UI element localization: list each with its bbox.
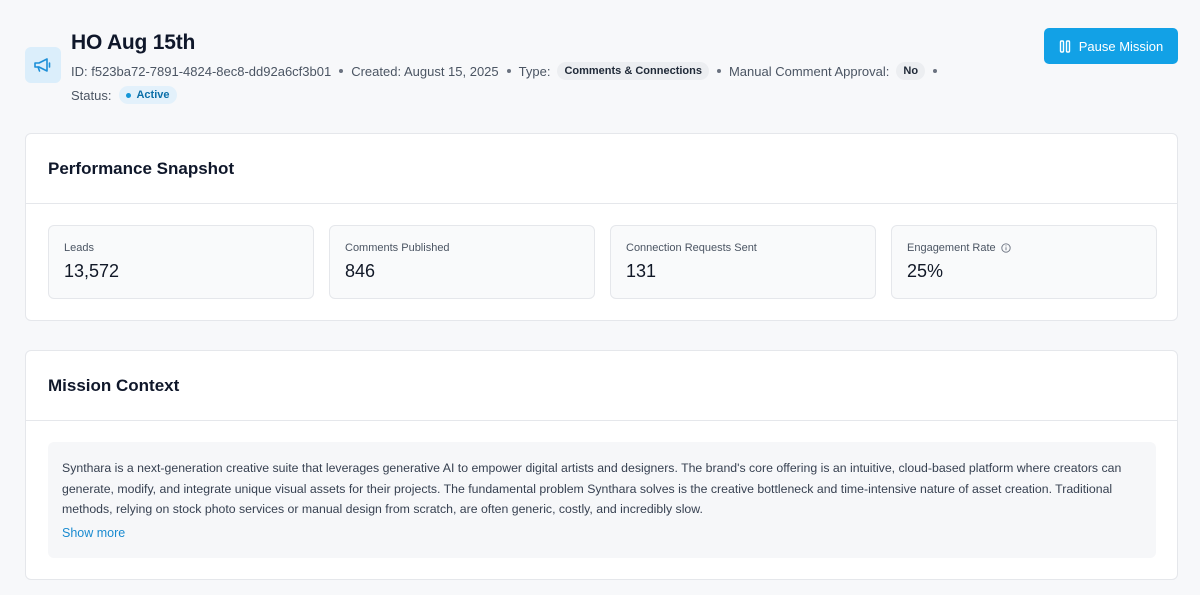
stat-label: Engagement Rate (907, 242, 996, 254)
stat-leads: Leads 13,572 (48, 225, 314, 299)
performance-card-header: Performance Snapshot (26, 134, 1177, 204)
stat-comments-published: Comments Published 846 (329, 225, 595, 299)
show-more-link[interactable]: Show more (62, 526, 125, 540)
context-body: Synthara is a next-generation creative s… (48, 442, 1156, 558)
stat-label: Connection Requests Sent (626, 242, 757, 254)
stat-value: 131 (626, 261, 657, 281)
stat-label: Leads (64, 242, 94, 254)
pause-mission-label: Pause Mission (1078, 38, 1164, 54)
megaphone-icon (25, 47, 61, 83)
created-date: Created: August 15, 2025 (351, 63, 499, 79)
status-row: Status: Active (71, 86, 177, 104)
separator-dot (339, 69, 344, 73)
page-title: HO Aug 15th (71, 31, 196, 54)
context-description: Synthara is a next-generation creative s… (62, 461, 1122, 516)
pause-mission-button[interactable]: Pause Mission (1044, 28, 1178, 64)
stats-row: Leads 13,572 Comments Published 846 Conn… (48, 225, 1157, 299)
pause-icon (1059, 39, 1070, 53)
type-badge: Comments & Connections (557, 62, 709, 80)
mission-context-card: Mission Context Synthara is a next-gener… (25, 350, 1178, 580)
stat-value: 25% (907, 261, 944, 281)
status-value: Active (136, 89, 170, 101)
mission-header: HO Aug 15th ID: f523ba72-7891-4824-8ec8-… (25, 28, 1178, 110)
mission-meta: ID: f523ba72-7891-4824-8ec8-dd92a6cf3b01… (71, 62, 945, 80)
separator-dot (933, 69, 938, 73)
stat-connection-requests: Connection Requests Sent 131 (610, 225, 876, 299)
status-label: Status: (71, 87, 112, 103)
info-icon[interactable] (1001, 243, 1011, 253)
status-badge: Active (119, 86, 177, 104)
stat-value: 13,572 (64, 261, 120, 281)
context-card-header: Mission Context (26, 351, 1177, 421)
stat-value: 846 (345, 261, 376, 281)
context-title: Mission Context (48, 375, 180, 395)
stat-engagement-rate: Engagement Rate 25% (891, 225, 1157, 299)
performance-title: Performance Snapshot (48, 158, 235, 178)
separator-dot (716, 69, 721, 73)
mission-id: ID: f523ba72-7891-4824-8ec8-dd92a6cf3b01 (71, 63, 332, 79)
separator-dot (506, 69, 511, 73)
approval-badge: No (896, 62, 926, 80)
performance-snapshot-card: Performance Snapshot Leads 13,572 Commen… (25, 133, 1178, 321)
status-dot (126, 92, 132, 98)
type-label: Type: (518, 63, 551, 79)
stat-label: Comments Published (345, 242, 450, 254)
approval-label: Manual Comment Approval: (728, 63, 890, 79)
